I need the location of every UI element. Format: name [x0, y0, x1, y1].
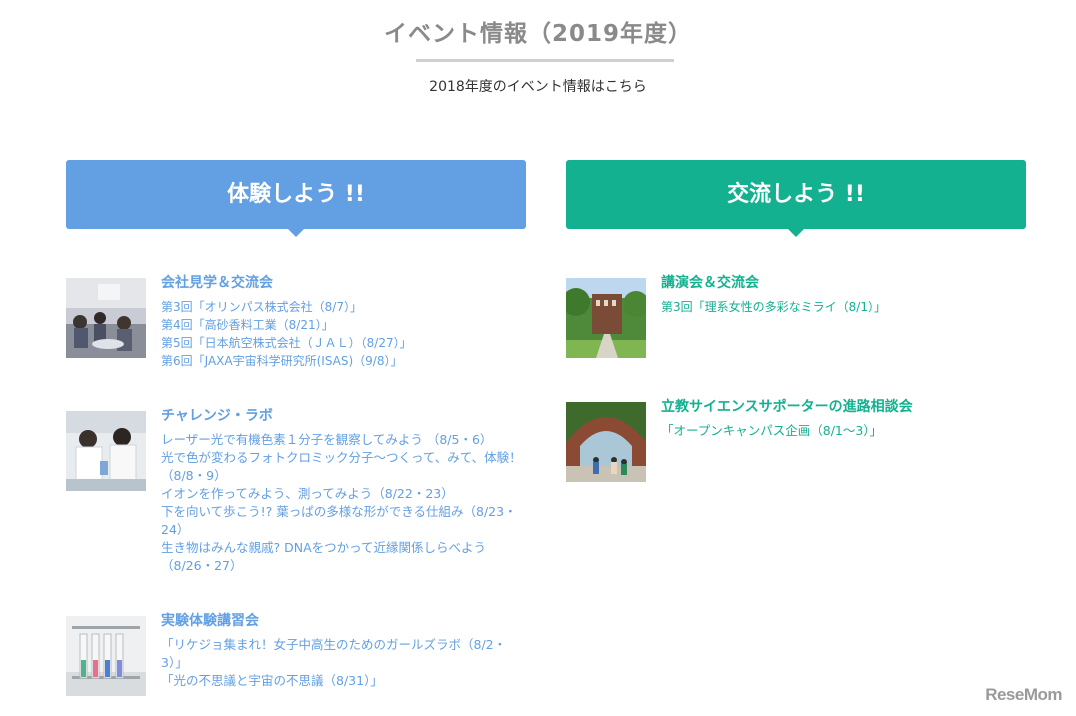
event-link[interactable]: 第3回「理系女性の多彩なミライ（8/1）」	[661, 298, 1026, 316]
lecture-exchange-thumbnail[interactable]	[566, 278, 646, 358]
event-link[interactable]: レーザー光で有機色素１分子を観察してみよう （8/5・6）	[161, 431, 526, 449]
prev-year-link[interactable]: 2018年度のイベント情報はこちら	[0, 76, 1076, 96]
event-link[interactable]: 第3回「オリンパス株式会社（8/7）」	[161, 298, 526, 316]
company-visit-thumbnail[interactable]	[66, 278, 146, 358]
experiment-workshop-thumbnail[interactable]	[66, 616, 146, 696]
banner-experience: 体験しよう !!	[66, 160, 526, 237]
title-underline	[416, 59, 674, 62]
event-lecture-exchange: 講演会＆交流会 第3回「理系女性の多彩なミライ（8/1）」	[566, 275, 1026, 358]
event-title: 講演会＆交流会	[661, 275, 759, 291]
event-link[interactable]: 「リケジョ集まれ！女子中高生のためのガールズラボ（8/2・3）」	[161, 636, 526, 672]
event-science-supporter: 立教サイエンスサポーターの進路相談会 「オープンキャンパス企画（8/1～3）」	[566, 399, 1026, 482]
challenge-lab-thumbnail[interactable]	[66, 411, 146, 491]
event-company-visit: 会社見学＆交流会 第3回「オリンパス株式会社（8/7）」 第4回「高砂香料工業（…	[66, 275, 526, 370]
event-link[interactable]: 光で色が変わるフォトクロミック分子～つくって、みて、体験！（8/8・9）	[161, 449, 526, 485]
event-title: 実験体験講習会	[161, 613, 259, 629]
event-link[interactable]: 第6回「JAXA宇宙科学研究所(ISAS)（9/8）」	[161, 352, 526, 370]
event-experiment-workshop: 実験体験講習会 「リケジョ集まれ！女子中高生のためのガールズラボ（8/2・3）」…	[66, 613, 526, 696]
event-link[interactable]: 「オープンキャンパス企画（8/1～3）」	[661, 422, 1026, 440]
page-title: イベント情報（2019年度）	[383, 21, 692, 47]
event-link[interactable]: イオンを作ってみよう、測ってみよう（8/22・23）	[161, 485, 526, 503]
event-title: チャレンジ・ラボ	[161, 408, 273, 424]
event-link[interactable]: 下を向いて歩こう!? 葉っぱの多様な形ができる仕組み（8/23・24）	[161, 503, 526, 539]
event-title: 会社見学＆交流会	[161, 275, 273, 291]
banner-exchange: 交流しよう !!	[566, 160, 1026, 237]
science-supporter-thumbnail[interactable]	[566, 402, 646, 482]
event-link[interactable]: 第5回「日本航空株式会社（ＪＡＬ）（8/27）」	[161, 334, 526, 352]
event-link[interactable]: 生き物はみんな親戚? DNAをつかって近縁関係しらべよう（8/26・27）	[161, 539, 526, 575]
resemom-logo: ReseMom	[985, 685, 1062, 704]
event-title: 立教サイエンスサポーターの進路相談会	[661, 399, 913, 415]
event-link[interactable]: 「光の不思議と宇宙の不思議（8/31）」	[161, 672, 526, 690]
event-challenge-lab: チャレンジ・ラボ レーザー光で有機色素１分子を観察してみよう （8/5・6） 光…	[66, 408, 526, 575]
event-link[interactable]: 第4回「高砂香料工業（8/21）」	[161, 316, 526, 334]
